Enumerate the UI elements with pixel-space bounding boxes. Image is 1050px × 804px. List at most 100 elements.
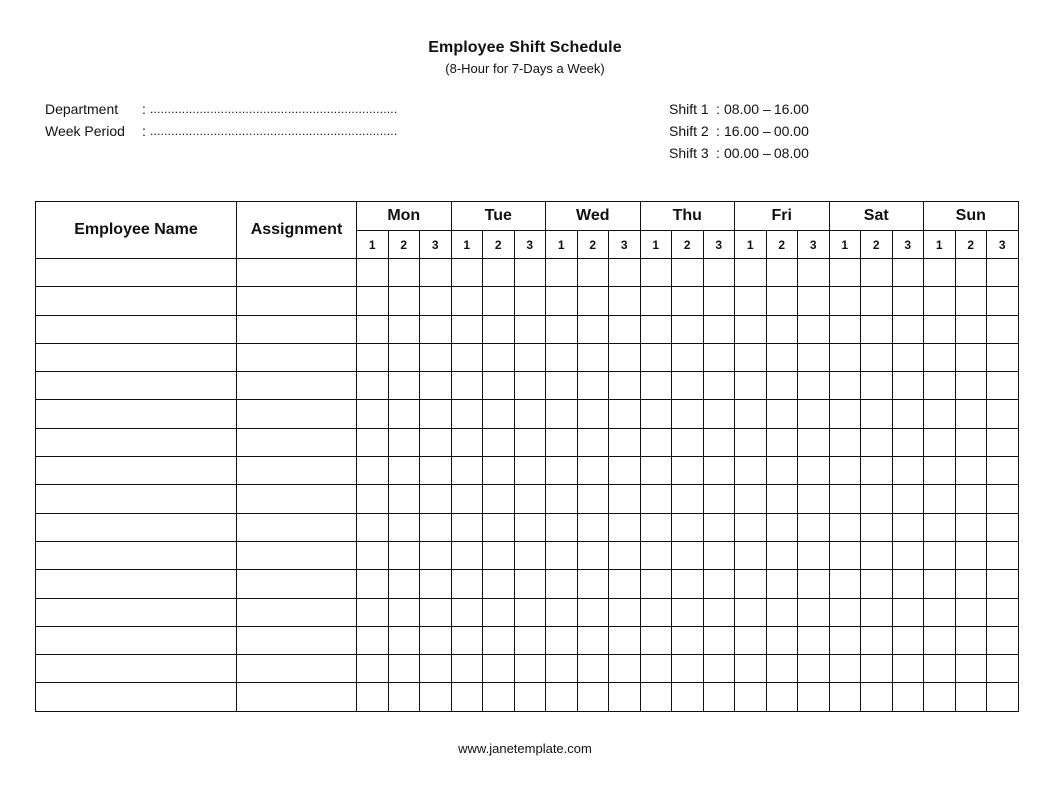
shift-cell-thu-3[interactable] xyxy=(702,512,735,542)
shift-cell-thu-1[interactable] xyxy=(639,257,672,288)
shift-cell-wed-2[interactable] xyxy=(576,314,609,344)
shift-cell-wed-2[interactable] xyxy=(576,257,609,288)
shift-cell-mon-1[interactable] xyxy=(356,314,389,344)
shift-cell-fri-3[interactable] xyxy=(797,286,830,316)
shift-cell-sun-1[interactable] xyxy=(923,257,956,288)
shift-cell-tue-2[interactable] xyxy=(482,456,515,486)
shift-cell-fri-3[interactable] xyxy=(797,484,830,514)
shift-cell-fri-2[interactable] xyxy=(765,569,798,599)
shift-cell-sat-2[interactable] xyxy=(860,484,893,514)
department-input-line[interactable]: ........................................… xyxy=(150,98,397,120)
shift-cell-thu-1[interactable] xyxy=(639,427,672,458)
shift-cell-mon-2[interactable] xyxy=(387,512,420,542)
shift-cell-wed-2[interactable] xyxy=(576,456,609,486)
employee-name-cell[interactable] xyxy=(35,427,237,458)
shift-cell-mon-3[interactable] xyxy=(419,286,452,316)
shift-cell-sat-1[interactable] xyxy=(828,257,861,288)
shift-cell-mon-3[interactable] xyxy=(419,654,452,684)
shift-cell-sun-1[interactable] xyxy=(923,286,956,316)
shift-cell-tue-3[interactable] xyxy=(513,371,546,401)
shift-cell-mon-3[interactable] xyxy=(419,512,452,542)
shift-cell-sun-1[interactable] xyxy=(923,484,956,514)
shift-cell-thu-1[interactable] xyxy=(639,371,672,401)
shift-cell-tue-3[interactable] xyxy=(513,540,546,571)
shift-cell-sun-1[interactable] xyxy=(923,540,956,571)
shift-cell-thu-1[interactable] xyxy=(639,654,672,684)
shift-cell-thu-1[interactable] xyxy=(639,286,672,316)
shift-cell-tue-1[interactable] xyxy=(450,654,483,684)
shift-cell-mon-3[interactable] xyxy=(419,314,452,344)
shift-cell-thu-1[interactable] xyxy=(639,399,672,429)
shift-cell-mon-1[interactable] xyxy=(356,625,389,656)
shift-cell-sat-1[interactable] xyxy=(828,569,861,599)
assignment-cell[interactable] xyxy=(236,654,357,684)
shift-cell-mon-3[interactable] xyxy=(419,427,452,458)
shift-cell-tue-1[interactable] xyxy=(450,342,483,373)
shift-cell-tue-3[interactable] xyxy=(513,654,546,684)
shift-cell-wed-3[interactable] xyxy=(608,597,641,627)
shift-cell-sun-2[interactable] xyxy=(954,371,987,401)
shift-cell-tue-1[interactable] xyxy=(450,371,483,401)
shift-cell-wed-3[interactable] xyxy=(608,314,641,344)
shift-cell-mon-2[interactable] xyxy=(387,342,420,373)
assignment-cell[interactable] xyxy=(236,314,357,344)
shift-cell-sat-2[interactable] xyxy=(860,257,893,288)
shift-cell-tue-3[interactable] xyxy=(513,512,546,542)
shift-cell-sat-1[interactable] xyxy=(828,540,861,571)
shift-cell-sat-1[interactable] xyxy=(828,286,861,316)
shift-cell-sat-3[interactable] xyxy=(891,427,924,458)
shift-cell-mon-1[interactable] xyxy=(356,540,389,571)
shift-cell-sat-2[interactable] xyxy=(860,512,893,542)
shift-cell-mon-3[interactable] xyxy=(419,682,452,712)
shift-cell-fri-1[interactable] xyxy=(734,314,767,344)
shift-cell-thu-3[interactable] xyxy=(702,540,735,571)
shift-cell-tue-3[interactable] xyxy=(513,314,546,344)
shift-cell-mon-3[interactable] xyxy=(419,342,452,373)
shift-cell-thu-1[interactable] xyxy=(639,314,672,344)
shift-cell-tue-3[interactable] xyxy=(513,682,546,712)
shift-cell-sun-2[interactable] xyxy=(954,654,987,684)
shift-cell-fri-2[interactable] xyxy=(765,257,798,288)
shift-cell-fri-3[interactable] xyxy=(797,682,830,712)
shift-cell-wed-1[interactable] xyxy=(545,654,578,684)
shift-cell-mon-3[interactable] xyxy=(419,625,452,656)
shift-cell-sat-2[interactable] xyxy=(860,597,893,627)
shift-cell-thu-2[interactable] xyxy=(671,625,704,656)
shift-cell-wed-3[interactable] xyxy=(608,625,641,656)
shift-cell-fri-2[interactable] xyxy=(765,682,798,712)
shift-cell-fri-3[interactable] xyxy=(797,342,830,373)
shift-cell-thu-1[interactable] xyxy=(639,512,672,542)
shift-cell-sat-2[interactable] xyxy=(860,314,893,344)
shift-cell-thu-2[interactable] xyxy=(671,371,704,401)
shift-cell-sat-3[interactable] xyxy=(891,597,924,627)
shift-cell-thu-3[interactable] xyxy=(702,597,735,627)
shift-cell-sun-3[interactable] xyxy=(986,682,1019,712)
shift-cell-sun-1[interactable] xyxy=(923,342,956,373)
shift-cell-fri-3[interactable] xyxy=(797,427,830,458)
shift-cell-sat-2[interactable] xyxy=(860,342,893,373)
shift-cell-sun-1[interactable] xyxy=(923,682,956,712)
shift-cell-sun-2[interactable] xyxy=(954,314,987,344)
shift-cell-thu-2[interactable] xyxy=(671,257,704,288)
shift-cell-wed-2[interactable] xyxy=(576,569,609,599)
shift-cell-sun-2[interactable] xyxy=(954,342,987,373)
shift-cell-wed-2[interactable] xyxy=(576,654,609,684)
shift-cell-sat-1[interactable] xyxy=(828,682,861,712)
assignment-cell[interactable] xyxy=(236,597,357,627)
shift-cell-thu-2[interactable] xyxy=(671,597,704,627)
employee-name-cell[interactable] xyxy=(35,597,237,627)
shift-cell-fri-1[interactable] xyxy=(734,456,767,486)
shift-cell-sat-1[interactable] xyxy=(828,371,861,401)
shift-cell-tue-2[interactable] xyxy=(482,427,515,458)
shift-cell-fri-1[interactable] xyxy=(734,257,767,288)
shift-cell-fri-2[interactable] xyxy=(765,625,798,656)
shift-cell-mon-1[interactable] xyxy=(356,597,389,627)
shift-cell-wed-3[interactable] xyxy=(608,569,641,599)
shift-cell-tue-2[interactable] xyxy=(482,597,515,627)
shift-cell-sat-1[interactable] xyxy=(828,314,861,344)
shift-cell-tue-3[interactable] xyxy=(513,569,546,599)
shift-cell-sun-1[interactable] xyxy=(923,399,956,429)
shift-cell-wed-2[interactable] xyxy=(576,427,609,458)
employee-name-cell[interactable] xyxy=(35,257,237,288)
shift-cell-fri-1[interactable] xyxy=(734,540,767,571)
